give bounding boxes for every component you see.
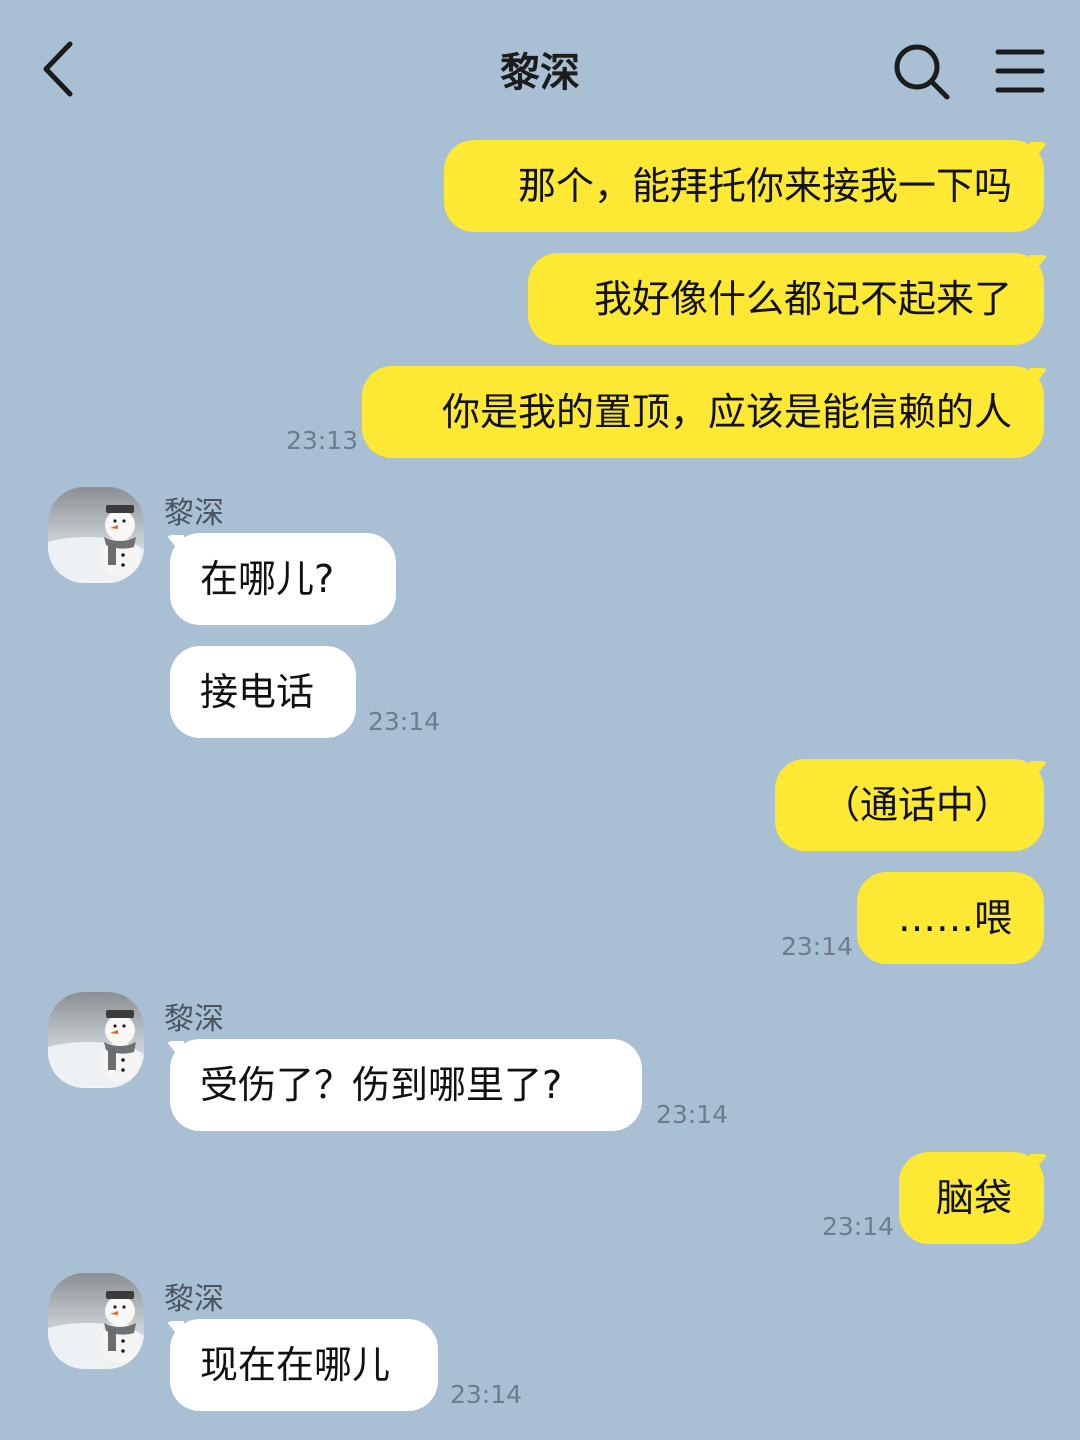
outgoing-message[interactable]: 那个，能拜托你来接我一下吗 (444, 140, 1048, 232)
sender-name: 黎深 (164, 1002, 224, 1037)
bubble-tail (1030, 142, 1048, 164)
chat-header: 黎深 (0, 0, 1080, 140)
search-button[interactable] (890, 40, 952, 102)
message-timestamp: 23:14 (822, 1212, 895, 1241)
outgoing-message[interactable]: 脑袋 (899, 1152, 1048, 1244)
snowman-avatar (48, 487, 144, 583)
outgoing-message[interactable]: 你是我的置顶，应该是能信赖的人 (362, 366, 1048, 458)
outgoing-message[interactable]: （通话中） (775, 759, 1048, 851)
incoming-message[interactable]: 接电话 (170, 646, 356, 738)
message-timestamp: 23:14 (781, 932, 854, 961)
contact-avatar[interactable] (48, 1273, 144, 1369)
chat-screen: 黎深 那个，能拜托你来接我一下吗 我好像什么都记不起来了 你是我的置顶，应该是能… (0, 0, 1080, 1440)
message-text: 那个，能拜托你来接我一下吗 (517, 164, 1012, 208)
bubble-tail (166, 1041, 184, 1063)
bubble-tail (166, 535, 184, 557)
message-timestamp: 23:13 (286, 426, 359, 455)
message-text: 脑袋 (935, 1176, 1012, 1220)
bubble-tail (1030, 1154, 1048, 1176)
message-text: 在哪儿? (200, 557, 335, 601)
sender-name: 黎深 (164, 1282, 224, 1317)
outgoing-message[interactable]: ……喂 (857, 872, 1044, 964)
bubble-tail (166, 1321, 184, 1343)
bubble-tail (1030, 368, 1048, 390)
message-text: 我好像什么都记不起来了 (593, 277, 1012, 321)
message-timestamp: 23:14 (450, 1380, 523, 1409)
hamburger-menu-icon (995, 49, 1045, 93)
message-text: 受伤了？伤到哪里了? (200, 1063, 563, 1107)
outgoing-message[interactable]: 我好像什么都记不起来了 (528, 253, 1048, 345)
message-timestamp: 23:14 (656, 1100, 729, 1129)
incoming-message[interactable]: 受伤了？伤到哪里了? (166, 1039, 642, 1131)
snowman-avatar (48, 1273, 144, 1369)
message-text: 你是我的置顶，应该是能信赖的人 (441, 390, 1012, 434)
message-text: 现在在哪儿 (200, 1343, 391, 1387)
incoming-message[interactable]: 现在在哪儿 (166, 1319, 438, 1411)
message-text: ……喂 (897, 896, 1012, 940)
search-icon (894, 44, 950, 100)
bubble-tail (1030, 761, 1048, 783)
bubble-tail (1030, 255, 1048, 277)
snowman-avatar (48, 992, 144, 1088)
menu-button[interactable] (992, 44, 1048, 98)
sender-name: 黎深 (164, 496, 224, 531)
contact-avatar[interactable] (48, 992, 144, 1088)
message-timestamp: 23:14 (368, 707, 441, 736)
message-text: （通话中） (821, 783, 1012, 827)
message-text: 接电话 (200, 670, 315, 714)
contact-avatar[interactable] (48, 487, 144, 583)
incoming-message[interactable]: 在哪儿? (166, 533, 396, 625)
